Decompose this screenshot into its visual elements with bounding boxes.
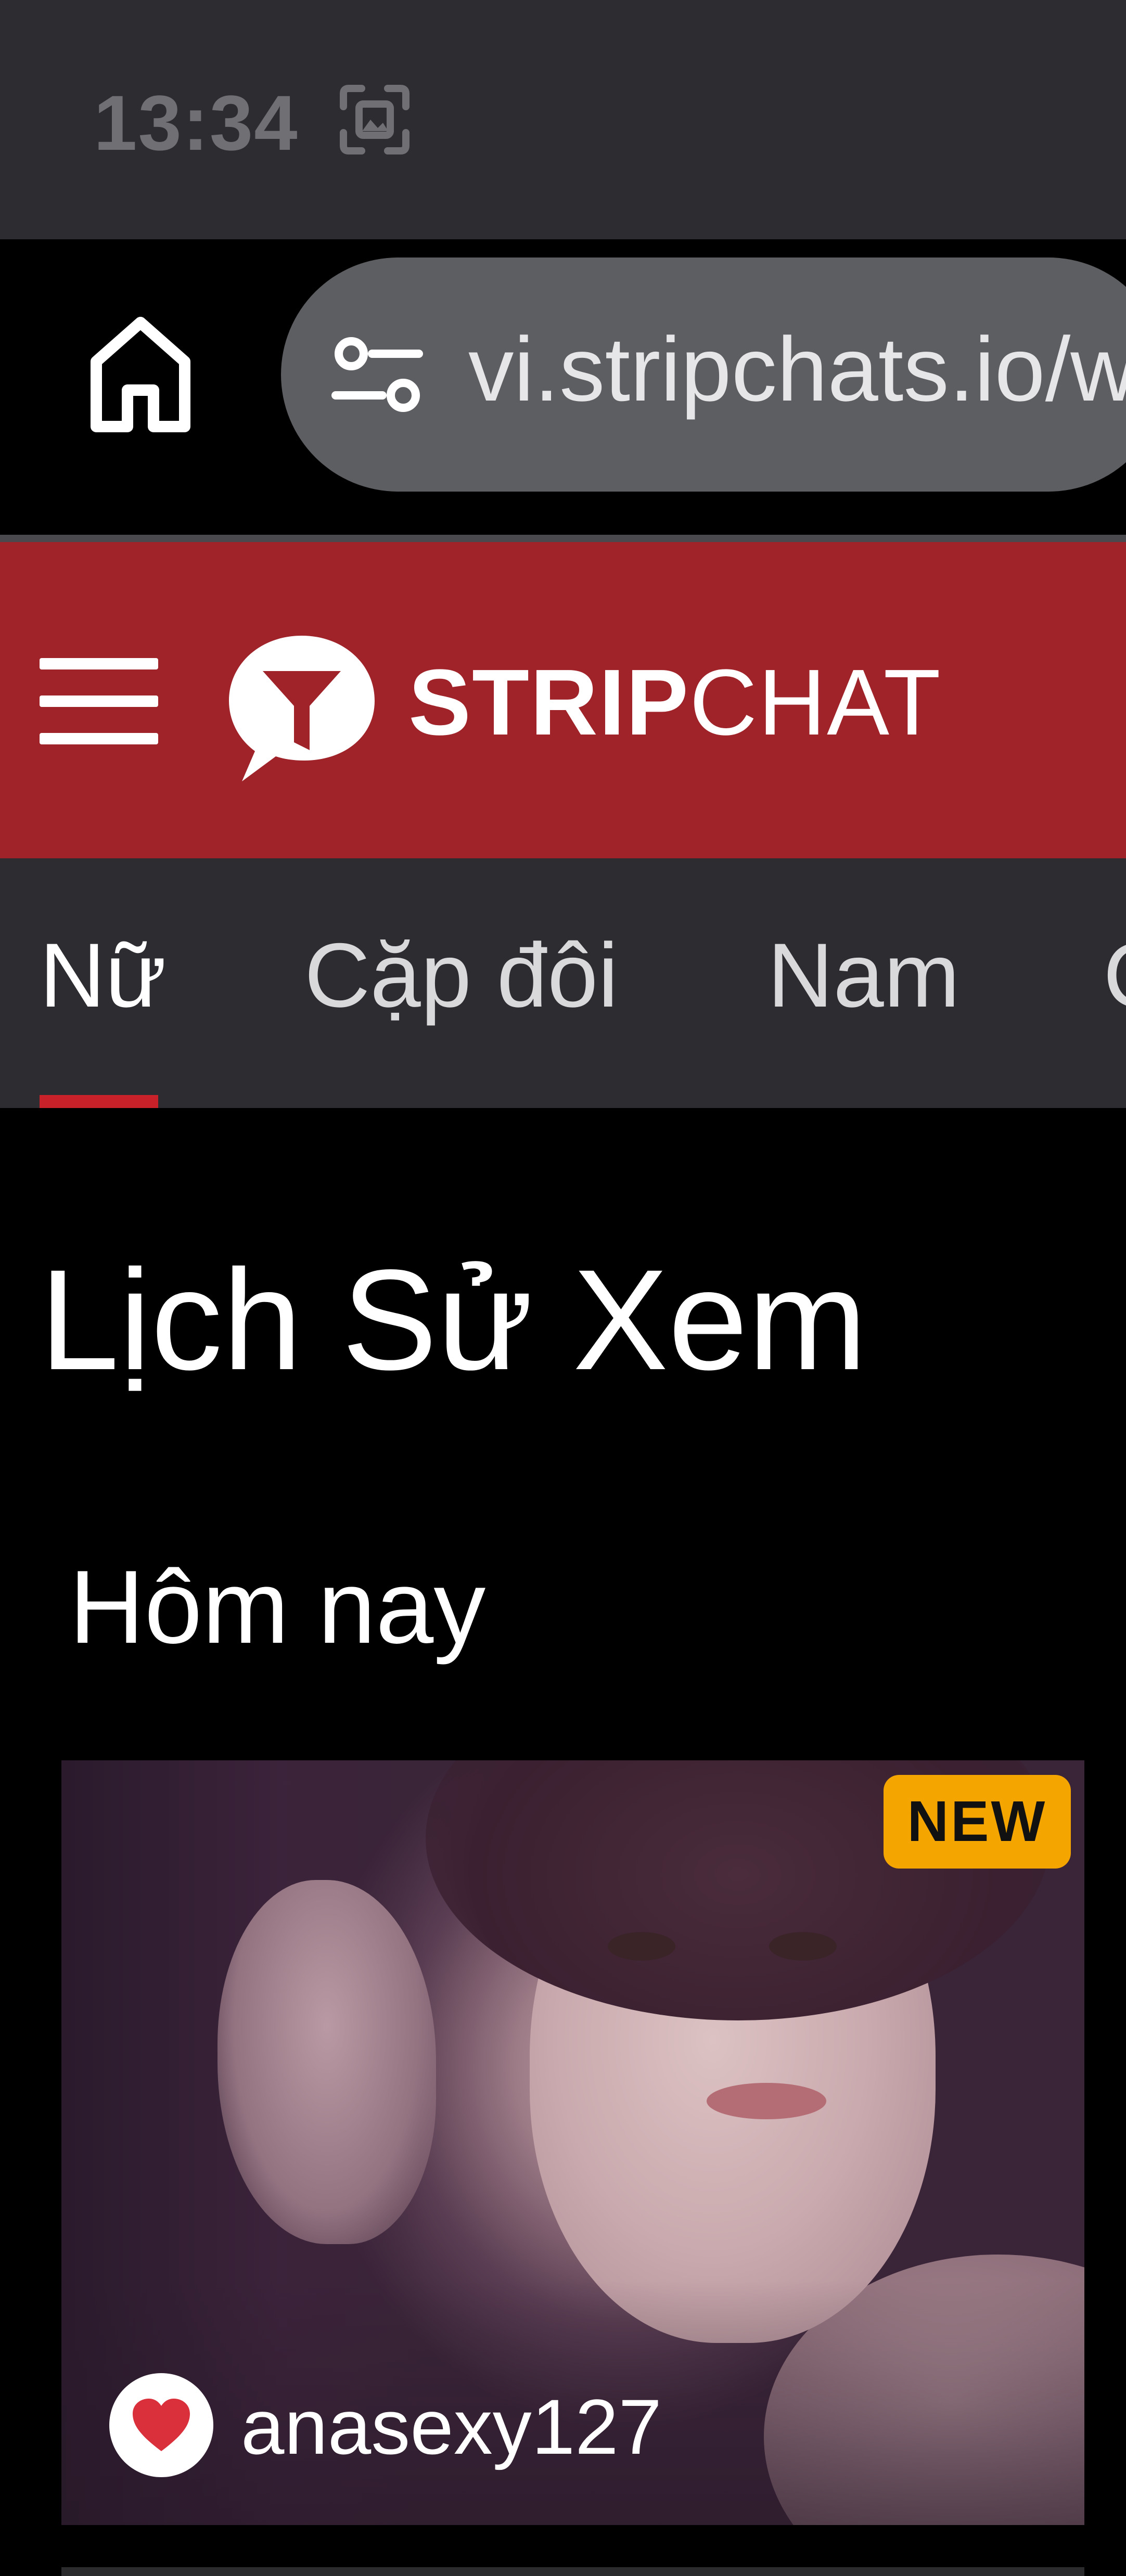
thumbnail-eye-left <box>608 1932 675 1961</box>
tab-couples[interactable]: Cặp đôi <box>304 923 618 1028</box>
category-tabs: Nữ Cặp đôi Nam C <box>0 858 1126 1108</box>
hamburger-menu-icon[interactable] <box>40 654 158 748</box>
thumbnail-hand <box>217 1880 436 2244</box>
address-bar[interactable]: vi.stripchats.io/w <box>281 257 1126 492</box>
model-username[interactable]: anasexy127 <box>241 2382 662 2472</box>
section-title: Hôm nay <box>69 1549 486 1665</box>
status-bar: 13:34 <box>0 0 1126 239</box>
site-info-icon[interactable] <box>330 333 424 416</box>
home-icon[interactable] <box>88 312 193 437</box>
browser-divider <box>0 535 1126 542</box>
logo-wordmark-strong: STRIP <box>408 650 690 755</box>
url-text: vi.stripchats.io/w <box>468 319 1126 420</box>
tab-trans[interactable]: C <box>1103 923 1126 1028</box>
thumbnail-eye-right <box>769 1932 837 1961</box>
screenshot-icon <box>340 85 410 154</box>
heart-icon <box>133 2399 190 2451</box>
thumbnail-mouth <box>707 2083 826 2119</box>
favorite-button[interactable] <box>109 2373 213 2477</box>
site-header: STRIPCHAT <box>0 542 1126 858</box>
page-title: Lịch Sử Xem <box>40 1240 867 1400</box>
logo-wordmark-light: CHAT <box>689 650 942 755</box>
logo-wordmark[interactable]: STRIPCHAT <box>408 649 942 756</box>
new-badge: NEW <box>884 1775 1071 1869</box>
active-tab-indicator <box>40 1095 158 1108</box>
status-time: 13:34 <box>94 79 299 166</box>
next-card-edge <box>61 2567 1084 2576</box>
tab-female[interactable]: Nữ <box>40 923 167 1028</box>
model-card[interactable]: NEW anasexy127 <box>61 1760 1084 2525</box>
tab-male[interactable]: Nam <box>767 923 959 1028</box>
stripchat-logo-icon[interactable] <box>226 630 377 787</box>
